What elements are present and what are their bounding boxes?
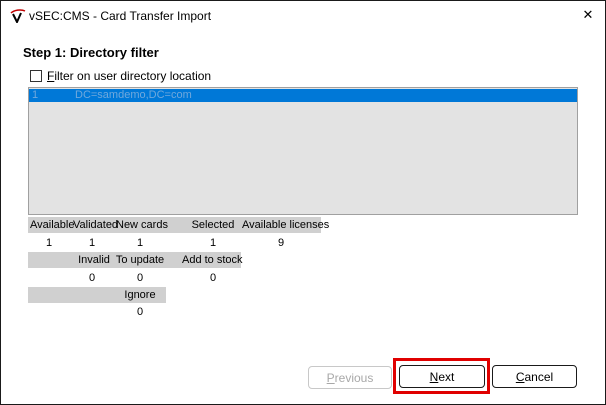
close-button[interactable]: ✕ [575,4,601,26]
previous-label-rest: revious [334,370,374,385]
vsec-logo-icon [10,9,26,23]
stat-label-available: Available [30,219,75,231]
stat-label-add-to-stock: Add to stock [182,254,243,266]
card-transfer-import-dialog: vSEC:CMS - Card Transfer Import ✕ Step 1… [0,0,606,405]
cancel-button[interactable]: Cancel [492,365,577,388]
window-title: vSEC:CMS - Card Transfer Import [29,9,212,23]
stat-value-selected: 1 [209,237,217,249]
filter-label-rest: ilter on user directory location [54,69,212,83]
stat-value-available: 1 [45,237,53,249]
stat-label-available-licenses: Available licenses [242,219,330,231]
cancel-mnemonic: C [515,369,525,384]
stat-value-available-licenses: 9 [277,237,285,249]
stat-value-ignore: 0 [136,306,144,318]
stat-label-selected: Selected [191,219,235,231]
stat-label-new-cards: New cards [116,219,168,231]
step-title: Step 1: Directory filter [23,45,159,60]
stat-label-ignore: Ignore [124,289,156,301]
directory-row-index: 1 [32,89,39,101]
stat-label-validated: Validated [73,219,119,231]
directory-list[interactable]: 1 DC=samdemo,DC=com [28,87,578,215]
filter-directory-label[interactable]: Filter on user directory location [47,69,211,83]
previous-mnemonic: P [326,370,335,385]
close-icon: ✕ [582,7,594,22]
stat-value-add-to-stock: 0 [209,272,217,284]
previous-button[interactable]: Previous [308,366,392,389]
directory-list-row[interactable]: 1 DC=samdemo,DC=com [29,89,577,102]
filter-directory-checkbox[interactable] [30,70,42,82]
stat-label-invalid: Invalid [78,254,110,266]
directory-row-name: DC=samdemo,DC=com [75,89,192,101]
stat-value-validated: 1 [88,237,96,249]
stat-label-to-update: To update [115,254,165,266]
stat-value-to-update: 0 [136,272,144,284]
next-button-highlight [393,358,490,394]
stat-value-new-cards: 1 [136,237,144,249]
cancel-label-rest: ancel [524,369,554,384]
title-bar: vSEC:CMS - Card Transfer Import ✕ [1,1,605,31]
stat-value-invalid: 0 [88,272,96,284]
filter-directory-option[interactable]: Filter on user directory location [30,69,211,83]
